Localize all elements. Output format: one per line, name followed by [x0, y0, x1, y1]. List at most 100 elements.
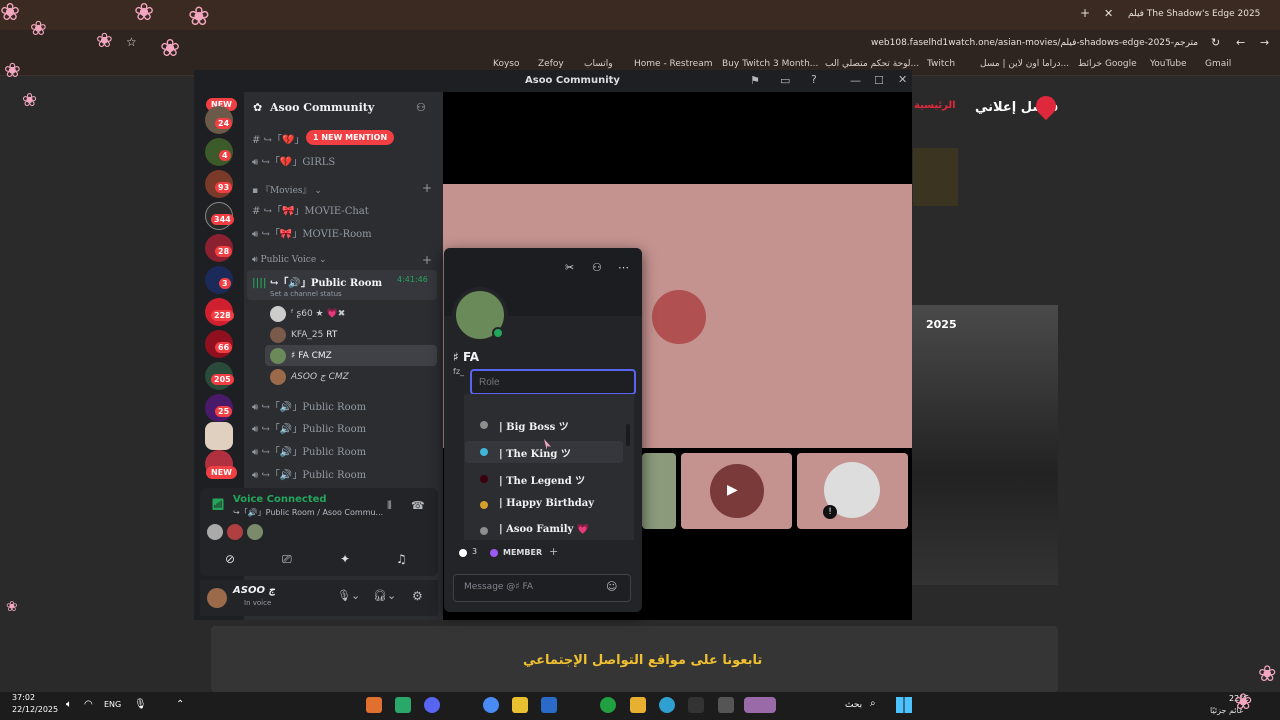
- category-movies[interactable]: ▪ 『Movies』 ⌄: [252, 183, 322, 196]
- voice-channel-public-room[interactable]: 🔊︎ ↪︎「🔊」Public Room: [252, 466, 366, 481]
- bookmark-twitch[interactable]: Twitch: [927, 59, 955, 69]
- screen-share-icon[interactable]: ⎚: [282, 552, 292, 567]
- app-icon[interactable]: [688, 697, 704, 713]
- message-input[interactable]: Message @♯ FA: [464, 582, 533, 592]
- text-channel-mention[interactable]: # ↪︎「💔」: [252, 131, 304, 146]
- voice-channel-public-room-active[interactable]: |||| ↪︎「🔊」Public Room: [252, 274, 382, 289]
- camera-off-icon[interactable]: ⊘: [225, 552, 235, 566]
- avatar[interactable]: [270, 327, 286, 343]
- voice-channel-movie-room[interactable]: 🔊︎ ↪︎「🎀」MOVIE-Room: [252, 225, 372, 240]
- server-name[interactable]: Asoo Community: [270, 101, 374, 114]
- url-field[interactable]: web108.faselhd1watch.one/asian-movies/في…: [871, 38, 1198, 48]
- voice-channel-public-room[interactable]: 🔊︎ ↪︎「🔊」Public Room: [252, 443, 366, 458]
- clock-date[interactable]: 22/12/2025: [12, 705, 58, 714]
- speaker-avatar[interactable]: [652, 290, 706, 344]
- forward-icon[interactable]: →: [1260, 36, 1269, 49]
- text-channel-movie-chat[interactable]: # ↪︎「🎀」MOVIE-Chat: [252, 202, 369, 217]
- noise-suppression-icon[interactable]: ⦀: [387, 499, 392, 513]
- back-icon[interactable]: ←: [1236, 36, 1245, 49]
- bookmark-whatsapp[interactable]: واتساب: [584, 59, 613, 69]
- add-friend-icon[interactable]: ⚇: [592, 261, 602, 274]
- chrome-taskbar-icon[interactable]: [483, 697, 499, 713]
- reload-icon[interactable]: ↻: [1211, 36, 1220, 49]
- discord-taskbar-icon[interactable]: [424, 697, 440, 713]
- profile-username[interactable]: ♯ FA: [453, 350, 479, 364]
- bookmark-koyso[interactable]: Koyso: [493, 59, 519, 69]
- edge-taskbar-icon[interactable]: [659, 697, 675, 713]
- help-icon[interactable]: ?: [811, 73, 817, 86]
- member-role-label[interactable]: MEMBER: [503, 548, 542, 557]
- server-icon[interactable]: [205, 422, 233, 450]
- movie-poster[interactable]: [912, 305, 1058, 585]
- add-channel-icon[interactable]: +: [422, 181, 432, 195]
- voice-status[interactable]: Voice Connected: [233, 494, 327, 505]
- bookmark-youtube[interactable]: YouTube: [1150, 59, 1187, 69]
- tools-icon[interactable]: ✂: [565, 261, 574, 274]
- bookmark-restream[interactable]: Home - Restream: [634, 59, 712, 69]
- bookmark-zefoy[interactable]: Zefoy: [538, 59, 564, 69]
- bookmark-drama[interactable]: دراما اون لاين | مسل...: [980, 59, 1069, 69]
- bookmark-gmail[interactable]: Gmail: [1205, 59, 1231, 69]
- app-icon[interactable]: [718, 697, 734, 713]
- role-option[interactable]: | The King ツ: [499, 445, 571, 460]
- disconnect-icon[interactable]: ☎︎: [411, 499, 425, 512]
- star-icon[interactable]: ☆: [126, 35, 137, 49]
- language-indicator[interactable]: ENG: [104, 700, 121, 709]
- avatar[interactable]: [270, 369, 286, 385]
- browser-tab-title[interactable]: فيلم The Shadow's Edge 2025: [1128, 9, 1260, 19]
- voice-member[interactable]: ᶠ ʂ60 ★ 💗✖: [291, 309, 345, 319]
- channel-status[interactable]: Set a channel status: [270, 290, 342, 298]
- role-option[interactable]: | Happy Birthday: [499, 498, 594, 509]
- soundboard-icon[interactable]: ♫: [396, 552, 407, 566]
- search-highlight-image[interactable]: [744, 697, 776, 713]
- inbox-icon[interactable]: ▭: [780, 74, 790, 87]
- bookmark-twitch-buy[interactable]: Buy Twitch 3 Month...: [722, 59, 818, 69]
- avatar[interactable]: [227, 524, 243, 540]
- add-channel-icon[interactable]: +: [422, 253, 432, 267]
- voice-channel-girls[interactable]: 🔊︎ ↪︎「💔」GIRLS: [252, 153, 335, 168]
- search-icon[interactable]: ⌕: [870, 698, 876, 709]
- site-nav-home[interactable]: الرئيسية: [914, 100, 956, 111]
- server-settings-icon[interactable]: ✿: [253, 101, 262, 114]
- invite-people-icon[interactable]: ⚇: [416, 101, 426, 114]
- more-options-icon[interactable]: ⋯: [618, 261, 629, 274]
- avatar[interactable]: [207, 524, 223, 540]
- avatar[interactable]: [247, 524, 263, 540]
- new-tab-icon[interactable]: +: [1080, 6, 1090, 20]
- start-windows-icon[interactable]: [896, 697, 912, 713]
- video-tile[interactable]: [642, 453, 676, 529]
- user-avatar[interactable]: [207, 588, 227, 608]
- minimize-icon[interactable]: —: [850, 74, 861, 87]
- user-name[interactable]: ASOO ج: [233, 585, 275, 596]
- voice-member[interactable]: ASOO ج CMZ: [291, 372, 349, 382]
- volume-icon[interactable]: 🔈︎: [66, 699, 72, 710]
- voice-channel-public-room[interactable]: 🔊︎ ↪︎「🔊」Public Room: [252, 420, 366, 435]
- role-option[interactable]: | Asoo Family 💗: [499, 524, 589, 538]
- flag-icon[interactable]: ⚑: [750, 74, 760, 87]
- close-tab-icon[interactable]: ✕: [1104, 7, 1113, 20]
- clock-time[interactable]: 37:02: [12, 693, 35, 702]
- avatar[interactable]: [270, 348, 286, 364]
- mic-tray-icon[interactable]: 🎙︎: [134, 699, 147, 710]
- taskbar-search-label[interactable]: بحث: [845, 700, 862, 710]
- file-explorer-icon[interactable]: [630, 697, 646, 713]
- app-icon[interactable]: [541, 697, 557, 713]
- activities-icon[interactable]: ✦: [340, 552, 350, 566]
- role-option[interactable]: | Big Boss ツ: [499, 418, 569, 433]
- bookmark-maps[interactable]: خرائط Google: [1078, 59, 1137, 69]
- add-role-icon[interactable]: +: [549, 545, 558, 558]
- new-mention-pill[interactable]: 1 NEW MENTION: [306, 130, 395, 145]
- wifi-icon[interactable]: ◠: [84, 699, 93, 710]
- voice-channel-public-room[interactable]: 🔊︎ ↪︎「🔊」Public Room: [252, 398, 366, 413]
- thumbnail-image[interactable]: [913, 148, 958, 206]
- chevron-up-icon[interactable]: ⌃: [176, 699, 184, 710]
- close-window-icon[interactable]: ✕: [898, 73, 907, 86]
- xbox-taskbar-icon[interactable]: [600, 697, 616, 713]
- app-icon[interactable]: [395, 697, 411, 713]
- role-option[interactable]: | The Legend ツ: [499, 472, 585, 487]
- microphone-icon[interactable]: 🎙︎⌄: [337, 589, 360, 602]
- app-icon[interactable]: [512, 697, 528, 713]
- emoji-icon[interactable]: ☺: [606, 580, 617, 593]
- settings-gear-icon[interactable]: ⚙: [412, 589, 423, 603]
- voice-member[interactable]: ♯ FA CMZ: [291, 351, 332, 361]
